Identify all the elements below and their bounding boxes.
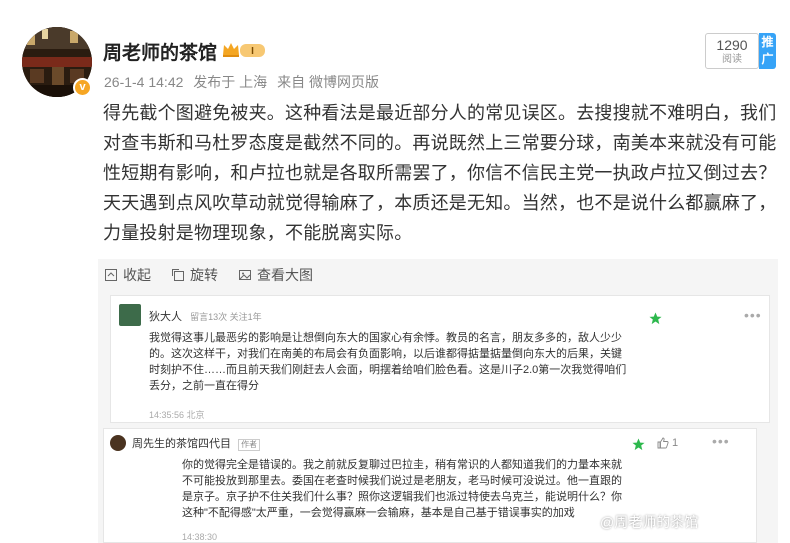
weibo-post: v 周老师的茶馆 I 26-1-4 14:42 发布于 上海 来自 微博网页版 …	[0, 0, 790, 543]
star-icon	[649, 312, 662, 325]
thumb-up-icon	[657, 437, 669, 449]
verified-badge-icon: v	[73, 78, 92, 97]
author-tag: 作者	[238, 439, 261, 451]
post-meta: 26-1-4 14:42 发布于 上海 来自 微博网页版	[104, 72, 385, 92]
post-timestamp[interactable]: 26-1-4 14:42	[104, 74, 183, 90]
more-icon: •••	[712, 433, 730, 449]
more-icon: •••	[744, 307, 762, 323]
rotate-icon	[172, 268, 184, 281]
read-count: 1290	[716, 37, 748, 53]
like-count-text: 1	[672, 437, 679, 449]
replier-name-text: 周先生的茶馆四代目	[132, 438, 231, 450]
post-source: 来自 微博网页版	[277, 74, 379, 90]
level-badge-text: I	[251, 46, 254, 57]
post-location: 发布于 上海	[193, 74, 268, 90]
replier-name: 周先生的茶馆四代目 作者	[132, 435, 261, 451]
collapse-icon	[105, 268, 117, 281]
commenter-name: 狄大人 留言13次 关注1年	[149, 308, 262, 324]
post-image[interactable]: 狄大人 留言13次 关注1年 ••• 我觉得这事儿最恶劣的影响是让想倒向东大的国…	[98, 290, 778, 543]
author-name[interactable]: 周老师的茶馆	[103, 38, 217, 65]
comment-text: 我觉得这事儿最恶劣的影响是让想倒向东大的国家心有余悸。教员的名言，朋友多多的，敌…	[149, 332, 627, 392]
image-icon	[239, 269, 251, 280]
replier-avatar	[110, 435, 126, 451]
comment-time: 14:35:56 北京	[149, 410, 205, 420]
member-crown-icon[interactable]: I	[221, 40, 267, 60]
view-large-label: 查看大图	[257, 266, 313, 283]
commenter-name-text: 狄大人	[149, 311, 182, 323]
collapse-label: 收起	[123, 266, 151, 283]
commenter-avatar	[119, 304, 141, 326]
collapse-button[interactable]: 收起	[104, 265, 151, 285]
image-toolbar: 收起 旋转 查看大图	[98, 259, 778, 290]
comment-card: 狄大人 留言13次 关注1年 ••• 我觉得这事儿最恶劣的影响是让想倒向东大的国…	[110, 295, 770, 423]
star-icon	[632, 438, 645, 451]
reply-time: 14:38:30	[182, 532, 218, 542]
read-count-box: 1290 阅读	[705, 33, 759, 69]
rotate-label: 旋转	[190, 266, 218, 283]
read-label: 阅读	[722, 54, 742, 65]
post-content: 得先截个图避免被夹。这种看法是最近部分人的常见误区。去搜搜就不难明白，我们对查韦…	[103, 103, 777, 243]
promote-button[interactable]: 推广	[759, 33, 776, 69]
reply-text: 你的觉得完全是错误的。我之前就反复聊过巴拉圭，稍有常识的人都知道我们的力量本来就…	[182, 459, 622, 519]
like-count: 1	[657, 437, 678, 449]
view-large-button[interactable]: 查看大图	[238, 265, 313, 285]
rotate-button[interactable]: 旋转	[171, 265, 218, 285]
weibo-watermark: @周老师的茶馆	[600, 514, 699, 530]
commenter-stats: 留言13次 关注1年	[190, 312, 262, 322]
